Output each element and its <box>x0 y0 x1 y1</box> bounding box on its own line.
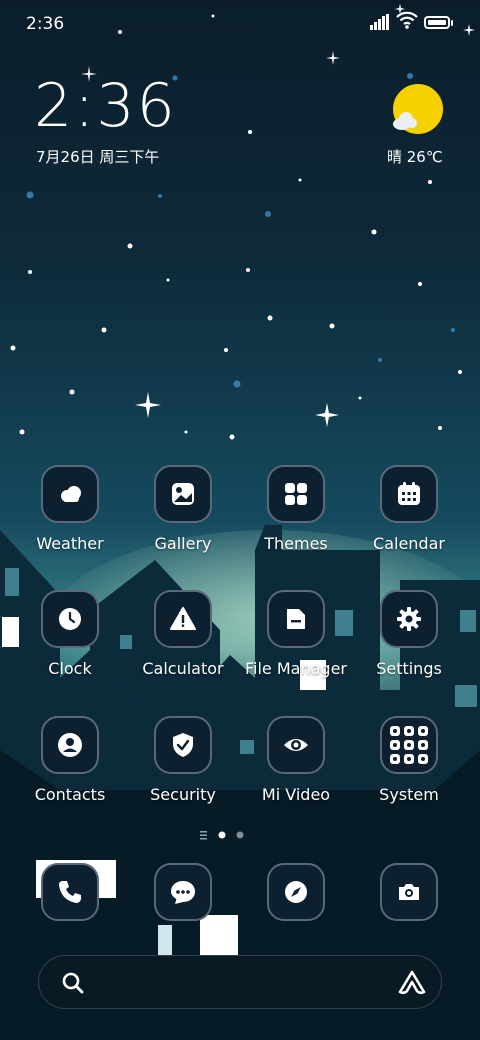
security-icon[interactable] <box>154 716 212 774</box>
app-label: System <box>379 785 439 804</box>
app-system-folder[interactable]: System <box>353 716 465 804</box>
app-label: Weather <box>36 534 104 553</box>
assistant-icon[interactable] <box>397 969 427 997</box>
search-bar[interactable] <box>38 955 442 1009</box>
gallery-icon[interactable] <box>154 465 212 523</box>
app-label: Gallery <box>154 534 212 553</box>
weather-icon[interactable] <box>41 465 99 523</box>
system-folder-icon[interactable] <box>380 716 438 774</box>
dock-browser[interactable] <box>240 863 352 921</box>
app-label: Settings <box>376 659 442 678</box>
file-manager-icon[interactable] <box>267 590 325 648</box>
clock-widget-date[interactable]: 7月26日 周三下午 <box>36 146 159 167</box>
signal-icon <box>370 14 389 30</box>
app-weather[interactable]: Weather <box>14 465 126 553</box>
app-security[interactable]: Security <box>127 716 239 804</box>
search-icon[interactable] <box>61 971 85 995</box>
status-bar: 2:36 <box>0 0 480 48</box>
app-calendar[interactable]: Calendar <box>353 465 465 553</box>
app-label: Calculator <box>142 659 224 678</box>
calculator-icon[interactable] <box>154 590 212 648</box>
app-gallery[interactable]: Gallery <box>127 465 239 553</box>
page-indicator[interactable] <box>200 829 280 841</box>
app-label: Security <box>150 785 216 804</box>
mi-video-icon[interactable] <box>267 716 325 774</box>
wifi-icon <box>396 11 418 29</box>
page-list-icon <box>200 831 207 840</box>
phone-icon[interactable] <box>41 863 99 921</box>
app-label: File Manager <box>245 659 347 678</box>
messages-icon[interactable] <box>154 863 212 921</box>
app-label: Clock <box>48 659 92 678</box>
clock-widget-time[interactable]: 2:36 <box>34 76 177 136</box>
contacts-icon[interactable] <box>41 716 99 774</box>
page-dot-current <box>218 831 226 839</box>
sunny-cloud-icon[interactable] <box>392 83 444 135</box>
dock-messages[interactable] <box>127 863 239 921</box>
status-time: 2:36 <box>26 14 65 34</box>
app-clock[interactable]: Clock <box>14 590 126 678</box>
weather-widget-text[interactable]: 晴 26℃ <box>387 146 443 167</box>
battery-tip <box>451 20 453 26</box>
clock-icon[interactable] <box>41 590 99 648</box>
app-calculator[interactable]: Calculator <box>127 590 239 678</box>
settings-icon[interactable] <box>380 590 438 648</box>
dock-phone[interactable] <box>14 863 126 921</box>
battery-icon <box>424 16 450 29</box>
app-contacts[interactable]: Contacts <box>14 716 126 804</box>
app-mi-video[interactable]: Mi Video <box>240 716 352 804</box>
page-dot <box>236 831 244 839</box>
calendar-icon[interactable] <box>380 465 438 523</box>
app-label: Themes <box>264 534 328 553</box>
app-themes[interactable]: Themes <box>240 465 352 553</box>
app-settings[interactable]: Settings <box>353 590 465 678</box>
app-label: Contacts <box>34 785 106 804</box>
app-label: Mi Video <box>261 785 331 804</box>
themes-icon[interactable] <box>267 465 325 523</box>
browser-icon[interactable] <box>267 863 325 921</box>
dock-camera[interactable] <box>353 863 465 921</box>
app-file-manager[interactable]: File Manager <box>240 590 352 678</box>
app-label: Calendar <box>373 534 445 553</box>
camera-icon[interactable] <box>380 863 438 921</box>
